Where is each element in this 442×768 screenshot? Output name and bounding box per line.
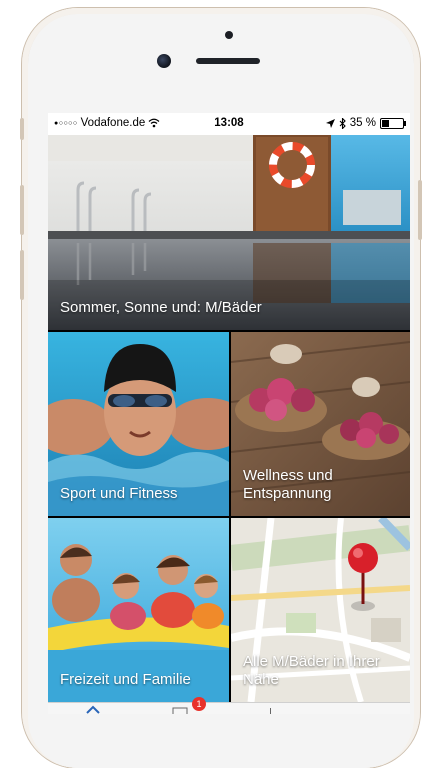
side-button-left-1 xyxy=(20,118,24,140)
tile-naehe-label: Alle M/Bäder in Ihrer Nähe xyxy=(243,652,380,689)
tile-sport-label: Sport und Fitness xyxy=(60,485,178,503)
app-screen: ●○○○○ Vodafone.de 13:08 35 % Sommer, Son… xyxy=(48,113,410,714)
side-button-left-3 xyxy=(20,250,24,300)
front-camera xyxy=(157,54,171,68)
hero-tile-summer[interactable]: Sommer, Sonne und: M/Bäder xyxy=(48,135,410,330)
tile-freizeit-familie[interactable]: Freizeit und Familie xyxy=(48,518,229,702)
battery-percent: 35 % xyxy=(349,117,376,129)
side-button-right xyxy=(418,180,422,240)
tile-wellness[interactable]: Wellness und Entspannung xyxy=(231,332,410,516)
mail-icon[interactable] xyxy=(172,705,188,714)
tab-bar: 1 xyxy=(48,697,410,714)
tile-familie-label: Freizeit und Familie xyxy=(60,671,191,689)
battery-icon xyxy=(380,117,406,129)
earpiece-speaker xyxy=(196,58,260,64)
tile-baeder-naehe[interactable]: Alle M/Bäder in Ihrer Nähe xyxy=(231,518,410,702)
status-indicators: 35 % xyxy=(325,117,406,129)
location-arrow-icon xyxy=(325,118,335,128)
notification-badge: 1 xyxy=(192,697,206,711)
more-icon[interactable] xyxy=(270,705,272,714)
bluetooth-icon xyxy=(339,117,346,129)
home-icon[interactable] xyxy=(86,705,100,714)
status-bar: ●○○○○ Vodafone.de 13:08 35 % xyxy=(48,113,410,135)
hero-tile-label: Sommer, Sonne und: M/Bäder xyxy=(60,299,262,317)
side-button-left-2 xyxy=(20,185,24,235)
tile-wellness-label: Wellness und Entspannung xyxy=(243,466,333,503)
proximity-sensor xyxy=(225,31,233,39)
tile-sport-fitness[interactable]: Sport und Fitness xyxy=(48,332,229,516)
